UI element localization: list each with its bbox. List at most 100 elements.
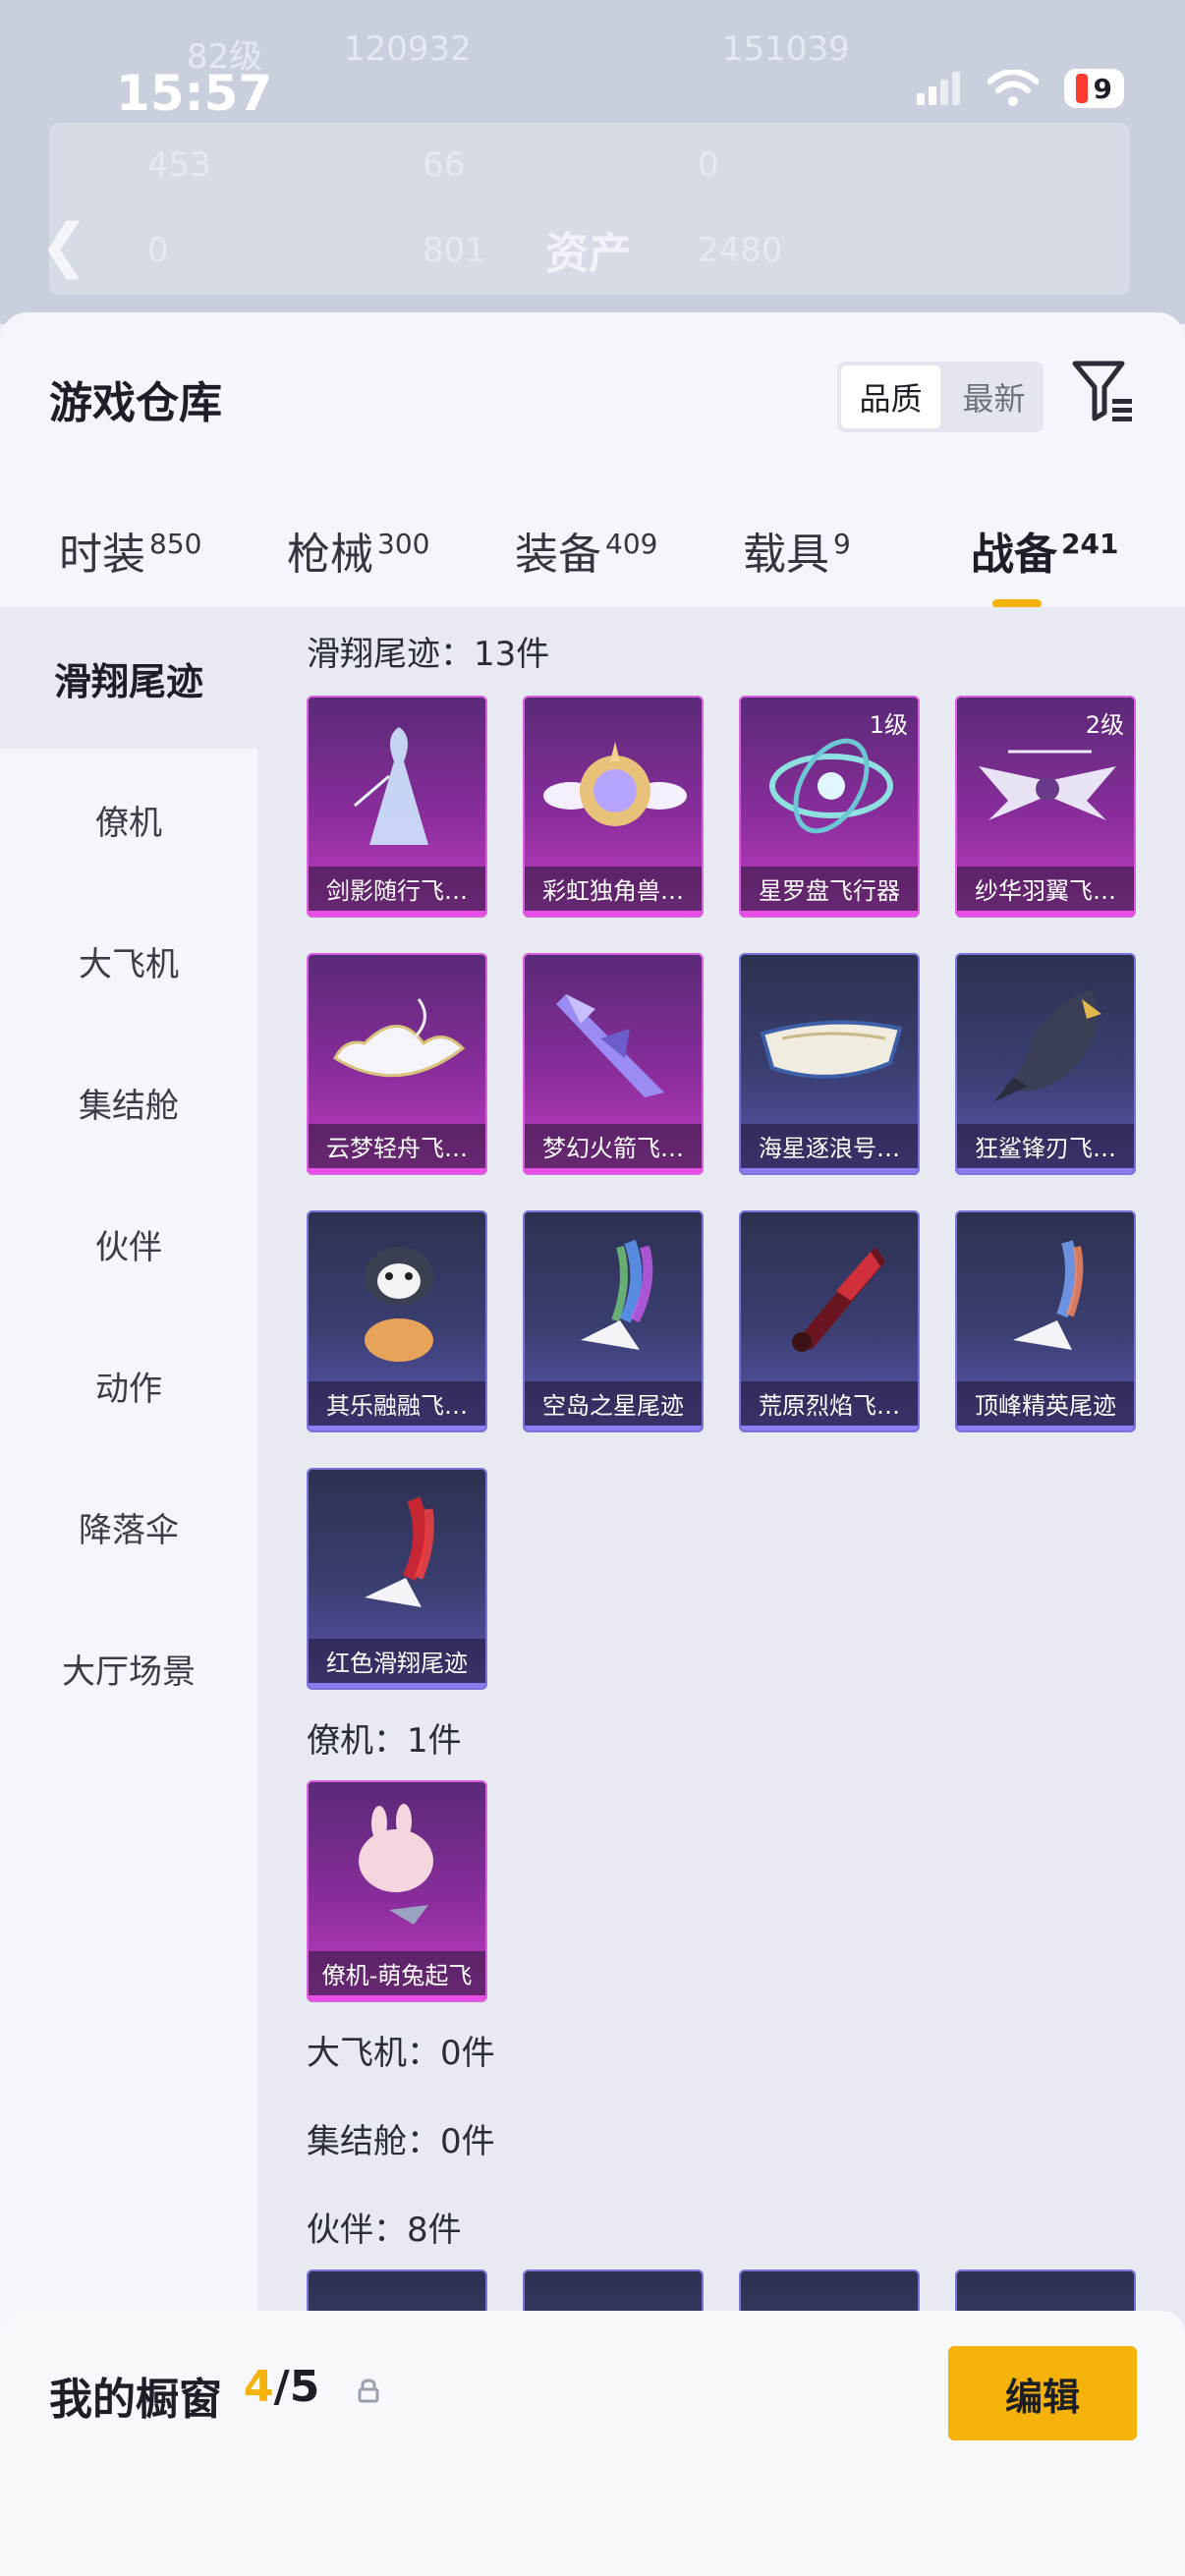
- item-image: [741, 707, 918, 865]
- item-name: 顶峰精英尾迹: [957, 1381, 1134, 1430]
- item-card[interactable]: 僚机-萌兔起飞: [307, 1780, 487, 2002]
- item-name: 狂鲨锋刃飞…: [957, 1124, 1134, 1173]
- sheet-title: 游戏仓库: [49, 378, 222, 428]
- item-card[interactable]: 剑影随行飞…: [307, 696, 487, 918]
- item-image: [525, 1222, 702, 1379]
- tab-fashion[interactable]: 时装 850: [59, 519, 201, 582]
- item-card[interactable]: 彩虹独角兽…: [523, 696, 704, 918]
- tab-label: 枪械: [287, 530, 373, 580]
- item-name: 云梦轻舟飞…: [309, 1124, 485, 1173]
- battery-level: 9: [1093, 72, 1112, 105]
- sidebar-item-assembly-pod[interactable]: 集结舱: [0, 1032, 257, 1173]
- back-icon[interactable]: ❮: [39, 211, 88, 280]
- item-name: 纱华羽翼飞…: [957, 867, 1134, 916]
- tab-count: 241: [1061, 528, 1119, 561]
- sidebar-item-wingman[interactable]: 僚机: [0, 749, 257, 890]
- item-image: [309, 707, 485, 865]
- background-title: 资产: [545, 229, 632, 279]
- item-card[interactable]: 梦幻火箭飞…: [523, 953, 704, 1175]
- background-value: 453: [147, 145, 211, 185]
- background-value: 0: [147, 231, 169, 270]
- item-card[interactable]: 其乐融融飞…: [307, 1210, 487, 1432]
- item-card[interactable]: 狂鲨锋刃飞…: [955, 953, 1136, 1175]
- background-value: 151039: [722, 29, 850, 69]
- tab-count: 9: [833, 528, 851, 561]
- sidebar-item-lobby-scene[interactable]: 大厅场景: [0, 1597, 257, 1739]
- item-image: [957, 1222, 1134, 1379]
- tab-guns[interactable]: 枪械 300: [287, 519, 429, 582]
- item-name: 剑影随行飞…: [309, 867, 485, 916]
- item-name: 彩虹独角兽…: [525, 867, 702, 916]
- item-name: 梦幻火箭飞…: [525, 1124, 702, 1173]
- item-image: [525, 965, 702, 1122]
- tab-battle-prep[interactable]: 战备 241: [971, 519, 1118, 582]
- section-title-partner: 伙伴：8件: [307, 2211, 462, 2250]
- sort-toggle: 品质 最新: [837, 362, 1044, 432]
- background-value: 2480: [698, 231, 783, 270]
- tab-count: 409: [605, 528, 658, 561]
- item-content: 滑翔尾迹：13件 剑影随行飞… 彩虹独角兽… 1级 星罗盘飞行器 2级 纱华羽翼…: [257, 607, 1185, 2576]
- section-title-glide: 滑翔尾迹：13件: [307, 635, 550, 674]
- item-card[interactable]: 2级 纱华羽翼飞…: [955, 696, 1136, 918]
- tab-equipment[interactable]: 装备 409: [515, 519, 657, 582]
- sort-newest-button[interactable]: 最新: [944, 362, 1044, 432]
- item-card[interactable]: 红色滑翔尾迹: [307, 1468, 487, 1690]
- item-card[interactable]: 云梦轻舟飞…: [307, 953, 487, 1175]
- tab-label: 时装: [59, 530, 145, 580]
- sort-quality-button[interactable]: 品质: [841, 365, 940, 428]
- tab-vehicles[interactable]: 载具 9: [743, 519, 851, 582]
- item-image: [741, 965, 918, 1122]
- showcase-current: 4: [244, 2362, 274, 2412]
- sidebar-item-parachute[interactable]: 降落伞: [0, 1456, 257, 1597]
- background-value: 801: [423, 231, 486, 270]
- item-image: [957, 707, 1134, 865]
- item-name: 荒原烈焰飞…: [741, 1381, 918, 1430]
- background-page: 82级 120932 151039 453 66 0 0 801 2480 ❮ …: [0, 0, 1185, 324]
- category-tabs: 时装 850 枪械 300 装备 409 载具 9 战备 241: [0, 509, 1185, 617]
- showcase-bar: 我的橱窗 4/5 编辑: [0, 2311, 1185, 2576]
- item-name: 红色滑翔尾迹: [309, 1639, 485, 1688]
- tab-count: 300: [377, 528, 430, 561]
- battery-indicator: 9: [1063, 69, 1124, 108]
- tab-label: 战备: [971, 530, 1057, 580]
- section-title-assembly-pod: 集结舱：0件: [307, 2122, 495, 2161]
- sidebar-item-big-plane[interactable]: 大飞机: [0, 890, 257, 1032]
- showcase-label: 我的橱窗: [49, 2375, 222, 2425]
- item-name: 僚机-萌兔起飞: [309, 1951, 485, 2000]
- game-warehouse-sheet: 游戏仓库 品质 最新 时装 850 枪械 300 装备 409 载具 9 战备 241 滑…: [0, 312, 1185, 2576]
- background-value: 0: [698, 145, 719, 185]
- item-card[interactable]: 荒原烈焰飞…: [739, 1210, 920, 1432]
- status-time: 15:57: [116, 65, 273, 122]
- item-card[interactable]: 海星逐浪号…: [739, 953, 920, 1175]
- background-value: 120932: [344, 29, 472, 69]
- item-name: 空岛之星尾迹: [525, 1381, 702, 1430]
- item-card[interactable]: 空岛之星尾迹: [523, 1210, 704, 1432]
- tab-label: 装备: [515, 530, 601, 580]
- section-title-big-plane: 大飞机：0件: [307, 2034, 495, 2073]
- item-card[interactable]: 顶峰精英尾迹: [955, 1210, 1136, 1432]
- item-image: [309, 1480, 485, 1637]
- item-image: [525, 707, 702, 865]
- item-image: [741, 1222, 918, 1379]
- item-name: 海星逐浪号…: [741, 1124, 918, 1173]
- item-image: [957, 965, 1134, 1122]
- item-image: [309, 1792, 485, 1949]
- wifi-icon: [987, 70, 1039, 106]
- showcase-total: /5: [273, 2362, 320, 2412]
- battery-low-icon: [1075, 74, 1088, 103]
- lock-icon: [358, 2379, 379, 2403]
- sidebar-item-partner[interactable]: 伙伴: [0, 1173, 257, 1315]
- edit-button[interactable]: 编辑: [948, 2346, 1137, 2440]
- item-card[interactable]: 1级 星罗盘飞行器: [739, 696, 920, 918]
- tab-label: 载具: [743, 530, 829, 580]
- filter-icon[interactable]: [1071, 358, 1136, 426]
- sidebar-item-glide-trail[interactable]: 滑翔尾迹: [0, 607, 257, 749]
- background-value: 66: [423, 145, 466, 185]
- sidebar: 滑翔尾迹 僚机 大飞机 集结舱 伙伴 动作 降落伞 大厅场景: [0, 607, 257, 2576]
- sidebar-item-emote[interactable]: 动作: [0, 1315, 257, 1456]
- section-title-wingman: 僚机：1件: [307, 1721, 462, 1761]
- item-image: [309, 1222, 485, 1379]
- signal-icon: [916, 72, 960, 105]
- status-icons: 9: [916, 69, 1124, 108]
- item-name: 星罗盘飞行器: [741, 867, 918, 916]
